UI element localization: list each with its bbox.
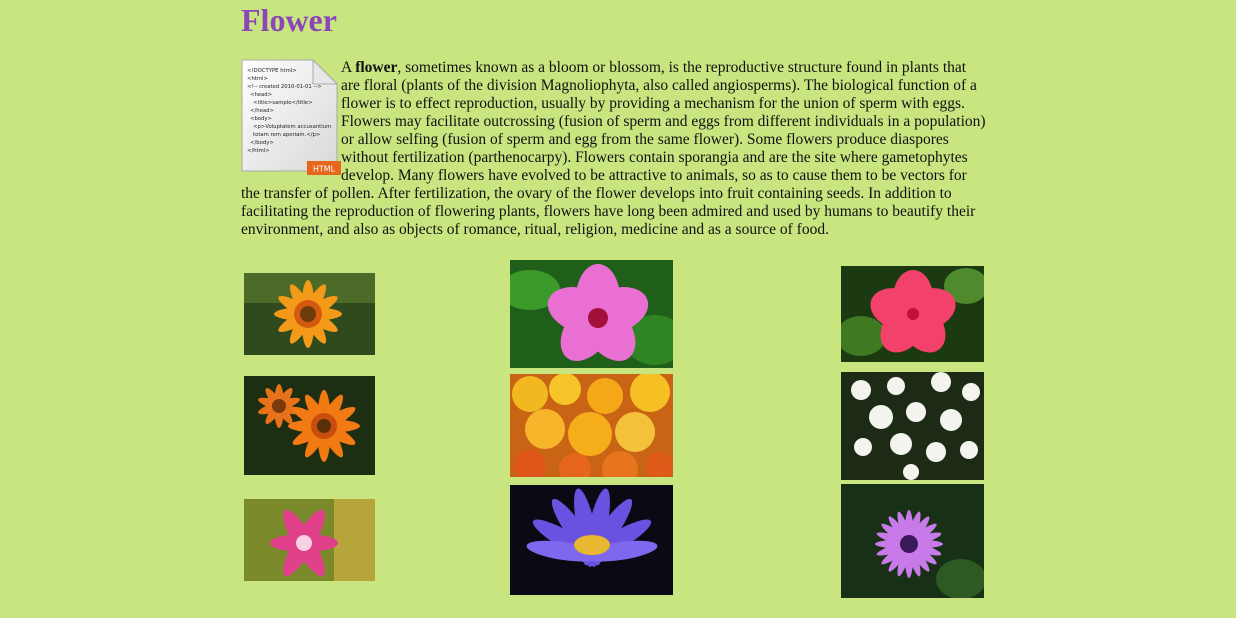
flower-image-gazania-pair [244,376,375,475]
flower-image-yellow-marigolds [510,374,673,477]
doc-line: <!DOCTYPE html> [247,68,297,74]
doc-line: <html> [247,76,268,82]
html-file-icon: <!DOCTYPE html> <html> <!-- created 2010… [241,58,341,177]
flower-image-white-jasmine [841,372,984,480]
doc-line: totam rem aperiam.</p> [253,132,320,138]
doc-line: </body> [250,140,274,146]
flower-image-pink-hibiscus [510,260,673,368]
intro-bold-term: flower [355,59,398,76]
doc-line: </head> [250,108,274,114]
html-badge: HTML [313,165,336,174]
flower-image-pink-lily [244,499,375,581]
doc-line: </html> [247,148,270,154]
doc-line: <head> [250,92,272,98]
flower-image-red-hibiscus [841,266,984,362]
flower-image-purple-daisy [841,484,984,598]
doc-line: <body> [250,116,272,122]
doc-line: <!-- created 2010-01-01 --> [247,84,322,90]
doc-line: <p>Voluptatem accusantium [253,124,331,130]
intro-paragraph: <!DOCTYPE html> <html> <!-- created 2010… [241,58,986,239]
intro-text: , sometimes known as a bloom or blossom,… [241,59,986,238]
flower-image-blue-waterlily [510,485,673,595]
doc-line: <title>sample</title> [253,100,313,106]
flower-image-orange-gazania [244,273,375,355]
intro-lead: A [341,59,356,76]
page-title: Flower [241,2,337,38]
